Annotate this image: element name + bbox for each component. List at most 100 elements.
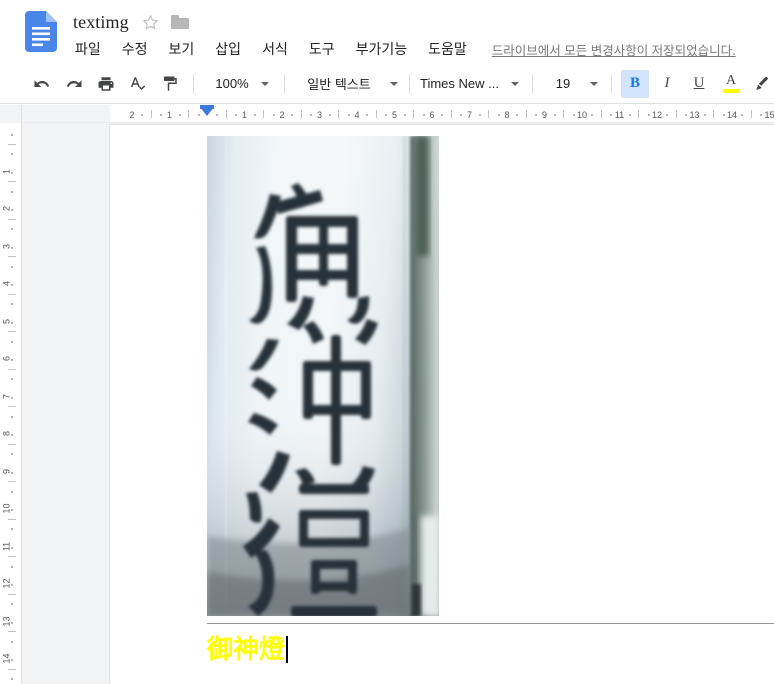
zoom-selector[interactable]: 100% bbox=[207, 71, 277, 97]
vertical-ruler-minor-mark bbox=[8, 218, 16, 220]
document-header: textimg 파일 수정 보기 삽입 서식 도구 부가기능 도움말 드라이브에… bbox=[0, 0, 774, 64]
vertical-ruler-minor-mark bbox=[11, 490, 13, 493]
vertical-ruler-minor-mark bbox=[8, 481, 16, 483]
ruler-minor-mark bbox=[600, 110, 602, 118]
text-color-label: A bbox=[725, 73, 737, 88]
vertical-ruler[interactable]: 1 2 3 4 5 6 7 8 9 10 11 12 13 14 bbox=[0, 123, 22, 684]
ruler-minor-mark bbox=[347, 114, 350, 116]
ruler-minor-mark bbox=[263, 110, 265, 118]
bold-button[interactable]: B bbox=[621, 69, 649, 98]
print-icon[interactable] bbox=[92, 70, 120, 98]
vertical-ruler-minor-mark bbox=[11, 603, 13, 606]
ruler-tick-label: 6 bbox=[429, 110, 435, 120]
menu-addons[interactable]: 부가기능 bbox=[354, 38, 410, 60]
vertical-ruler-minor-mark bbox=[8, 593, 16, 595]
google-docs-window: textimg 파일 수정 보기 삽입 서식 도구 부가기능 도움말 드라이브에… bbox=[0, 0, 774, 684]
paragraph-style-value: 일반 텍스트 bbox=[307, 77, 371, 92]
ruler-minor-mark bbox=[685, 114, 688, 116]
ruler-minor-mark bbox=[413, 110, 415, 118]
menu-help[interactable]: 도움말 bbox=[426, 38, 469, 60]
menu-view[interactable]: 보기 bbox=[167, 38, 197, 60]
font-family-selector[interactable]: Times New ... bbox=[417, 71, 525, 97]
ruler-minor-mark bbox=[516, 114, 519, 116]
vertical-ruler-minor-mark bbox=[8, 143, 16, 145]
vertical-ruler-minor-mark bbox=[11, 153, 13, 156]
vertical-ruler-minor-mark bbox=[11, 303, 13, 306]
ruler-minor-mark bbox=[141, 114, 144, 116]
ruler-minor-mark bbox=[591, 114, 594, 116]
horizontal-ruler[interactable]: 2 1 1 2 3 4 5 6 7 8 9 10 11 12 13 14 15 bbox=[0, 105, 774, 123]
document-paragraph[interactable]: 御神燈 bbox=[207, 633, 687, 667]
ruler-minor-mark bbox=[300, 110, 302, 118]
font-size-value: 19 bbox=[555, 76, 571, 91]
folder-icon[interactable] bbox=[170, 15, 189, 29]
paragraph-style-selector[interactable]: 일반 텍스트 bbox=[292, 71, 402, 97]
spellcheck-icon[interactable] bbox=[124, 70, 152, 98]
menu-bar: 파일 수정 보기 삽입 서식 도구 부가기능 도움말 드라이브에서 모든 변경사… bbox=[73, 38, 736, 60]
ruler-tick-label: 1 bbox=[241, 110, 248, 120]
ruler-minor-mark bbox=[328, 114, 331, 116]
undo-icon[interactable] bbox=[28, 70, 56, 98]
vertical-ruler-minor-mark bbox=[11, 134, 13, 137]
italic-button[interactable]: I bbox=[653, 70, 681, 98]
vertical-ruler-minor-mark bbox=[11, 265, 13, 268]
document-page[interactable]: 御神燈 bbox=[110, 125, 774, 684]
vertical-ruler-minor-mark bbox=[11, 209, 13, 212]
ruler-minor-mark bbox=[450, 110, 452, 118]
ruler-tick-label: 3 bbox=[316, 110, 323, 120]
vertical-ruler-minor-mark bbox=[11, 640, 13, 643]
toolbar-divider bbox=[409, 73, 410, 94]
left-indent-marker-top[interactable] bbox=[200, 105, 214, 109]
menu-file[interactable]: 파일 bbox=[73, 38, 103, 60]
vertical-ruler-minor-mark bbox=[11, 340, 13, 343]
redo-icon[interactable] bbox=[60, 70, 88, 98]
zoom-value: 100% bbox=[215, 76, 249, 91]
ruler-minor-mark bbox=[497, 114, 500, 116]
vertical-ruler-minor-mark bbox=[11, 321, 13, 324]
text-color-swatch bbox=[722, 89, 740, 93]
ruler-minor-mark bbox=[310, 114, 313, 116]
star-outline-icon[interactable] bbox=[142, 14, 159, 31]
font-size-selector[interactable]: 19 bbox=[540, 71, 604, 97]
document-title[interactable]: textimg bbox=[73, 12, 129, 33]
save-status-label[interactable]: 드라이브에서 모든 변경사항이 저장되었습니다. bbox=[492, 40, 736, 59]
vertical-ruler-minor-mark bbox=[11, 434, 13, 437]
ruler-tick-label: 11 bbox=[614, 110, 625, 120]
ruler-minor-mark bbox=[488, 110, 490, 118]
toolbar-divider bbox=[193, 73, 194, 94]
vertical-ruler-minor-mark bbox=[11, 415, 13, 418]
paint-format-icon[interactable] bbox=[156, 70, 184, 98]
google-docs-icon[interactable] bbox=[25, 11, 57, 52]
image-separator-line bbox=[207, 623, 774, 624]
ruler-minor-mark bbox=[572, 114, 575, 116]
vertical-ruler-minor-mark bbox=[11, 190, 13, 193]
menu-tools[interactable]: 도구 bbox=[307, 38, 337, 60]
menu-edit[interactable]: 수정 bbox=[120, 38, 150, 60]
vertical-ruler-minor-mark bbox=[8, 256, 16, 258]
chevron-down-icon bbox=[390, 81, 398, 86]
document-canvas[interactable]: 御神燈 bbox=[22, 123, 774, 684]
underline-button[interactable]: U bbox=[685, 70, 713, 98]
ruler-corner bbox=[0, 105, 22, 123]
ruler-minor-mark bbox=[225, 110, 227, 118]
vertical-ruler-minor-mark bbox=[8, 406, 16, 408]
vertical-ruler-minor-mark bbox=[11, 228, 13, 231]
toolbar-divider bbox=[611, 73, 612, 94]
ruler-minor-mark bbox=[722, 114, 725, 116]
chevron-down-icon bbox=[261, 81, 269, 86]
menu-format[interactable]: 서식 bbox=[260, 38, 290, 60]
vertical-ruler-track: 1 2 3 4 5 6 7 8 9 10 11 12 13 14 bbox=[0, 123, 21, 684]
menu-insert[interactable]: 삽입 bbox=[213, 38, 243, 60]
highlight-pen-icon[interactable] bbox=[749, 70, 774, 98]
ruler-minor-mark bbox=[366, 114, 369, 116]
vertical-ruler-minor-mark bbox=[11, 171, 13, 174]
vertical-ruler-minor-mark bbox=[11, 621, 13, 624]
text-color-button[interactable]: A bbox=[717, 70, 745, 98]
vertical-ruler-minor-mark bbox=[8, 518, 16, 520]
inline-image-lantern-photo[interactable] bbox=[207, 136, 439, 616]
text-cursor bbox=[286, 636, 289, 663]
ruler-minor-mark bbox=[535, 114, 538, 116]
ruler-minor-mark bbox=[235, 114, 238, 116]
ruler-minor-mark bbox=[253, 114, 256, 116]
vertical-ruler-minor-mark bbox=[11, 453, 13, 456]
